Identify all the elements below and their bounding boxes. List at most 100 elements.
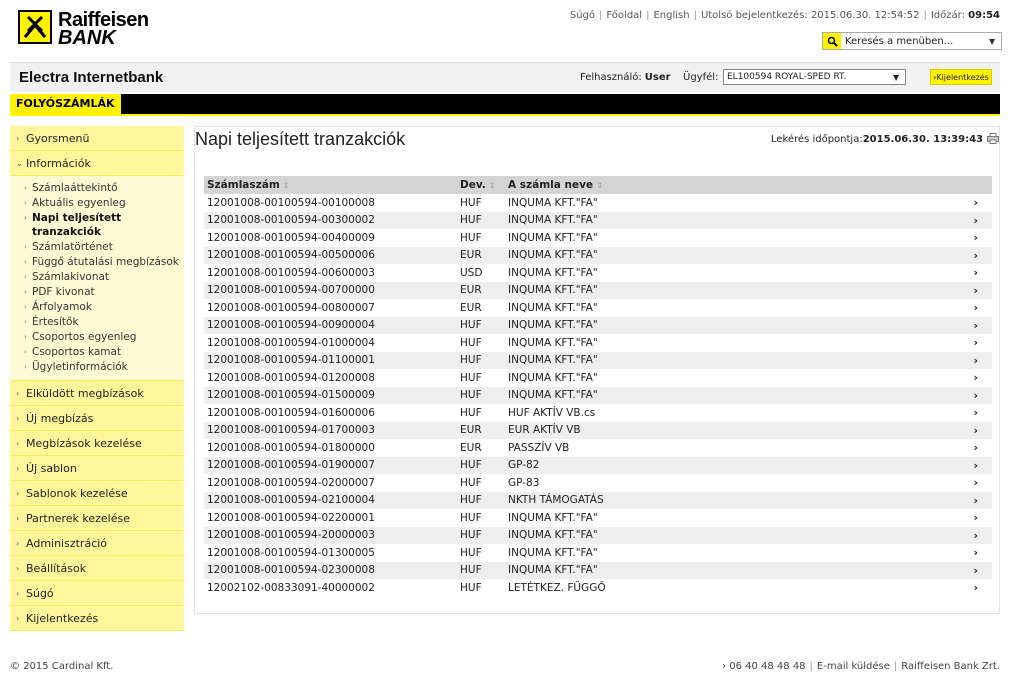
table-row[interactable]: 12002102-00833091-40000002 HUF LETÉTKEZ. F… [204,579,992,597]
table-row[interactable]: 12001008-00100594-00800007 EUR INQUMA KFT.… [204,299,992,317]
table-row[interactable]: 12001008-00100594-01300005 HUF INQUMA KFT.… [204,544,992,562]
column-header-currency[interactable]: Dev. ⇕ [457,176,505,194]
sidebar-item[interactable]: › Beállítások [10,556,184,581]
sidebar-subitem[interactable]: › Aktuális egyenleg [24,196,184,210]
sidebar-item[interactable]: › Súgó [10,581,184,606]
table-row[interactable]: 12001008-00100594-02200001 HUF INQUMA KFT.… [204,509,992,527]
logout-button[interactable]: › Kijelentkezés [930,69,992,85]
sidebar-subitem[interactable]: › Ügyletinformációk [24,360,184,374]
chevron-right-icon[interactable]: › [906,386,992,405]
table-row[interactable]: 12001008-00100594-00600003 USD INQUMA KFT.… [204,264,992,282]
table-row[interactable]: 12001008-00100594-00900004 HUF INQUMA KFT.… [204,316,992,335]
sidebar-subitem[interactable]: › Számlaáttekintő [24,181,184,195]
table-row[interactable]: 12001008-00100594-01100001 HUF INQUMA KFT.… [204,351,992,370]
footer-company-link[interactable]: Raiffeisen Bank Zrt. [901,661,1000,672]
sidebar-item-information[interactable]: ⌄ Információk [10,151,184,176]
chevron-right-icon[interactable]: › [906,299,992,317]
chevron-right-icon[interactable]: › [906,474,992,492]
footer-links: › 06 40 48 48 48 | E-mail küldése | Raiffeis… [722,661,1000,672]
table-row[interactable]: 12001008-00100594-00700000 EUR INQUMA KFT.… [204,281,992,300]
sidebar-subitem[interactable]: › Árfolyamok [24,300,184,314]
sidebar-item[interactable]: › Új megbízás [10,406,184,431]
chevron-right-icon[interactable]: › [906,439,992,457]
table-row[interactable]: 12001008-00100594-01500009 HUF INQUMA KFT.… [204,386,992,405]
sidebar-subitem[interactable]: › Függő átutalási megbízások [24,255,184,269]
tab-accounts[interactable]: FOLYÓSZÁMLÁK [10,94,121,114]
help-link[interactable]: Súgó [570,10,595,21]
sidebar-item[interactable]: › Kijelentkezés [10,606,184,631]
table-row[interactable]: 12001008-00100594-00500006 EUR INQUMA KFT.… [204,246,992,265]
sidebar-item[interactable]: › Partnerek kezelése [10,506,184,531]
sidebar-subitem[interactable]: › Számlatörténet [24,240,184,254]
sidebar-item-quick-menu[interactable]: › Gyorsmenü [10,126,184,151]
main-content: Napi teljesített tranzakciók Lekérés idő… [194,126,1000,614]
currency-cell: HUF [457,229,505,247]
print-icon[interactable] [987,133,999,144]
account-name-cell: INQUMA KFT."FA" [505,194,907,212]
sidebar-subitem[interactable]: › Értesítők [24,315,184,329]
chevron-right-icon[interactable]: › [906,544,992,562]
chevron-right-icon[interactable]: › [906,561,992,580]
table-row[interactable]: 12001008-00100594-01200008 HUF INQUMA KFT.… [204,369,992,387]
sidebar-subitem-active[interactable]: › Napi teljesített tranzakciók [24,211,184,239]
sidebar-subitem[interactable]: › Csoportos kamat [24,345,184,359]
chevron-right-icon[interactable]: › [906,316,992,335]
table-row[interactable]: 12001008-00100594-01900007 HUF GP-82 › [204,456,992,475]
chevron-right-icon[interactable]: › [906,211,992,230]
chevron-right-icon[interactable]: › [906,509,992,527]
client-select[interactable]: EL100594 ROYAL-SPED RT. ▼ [723,69,906,85]
sidebar-item[interactable]: › Adminisztráció [10,531,184,556]
chevron-right-icon[interactable]: › [906,369,992,387]
sidebar-item[interactable]: › Új sablon [10,456,184,481]
account-number-cell: 12001008-00100594-01100001 [204,351,457,370]
account-name-cell: INQUMA KFT."FA" [505,369,907,387]
chevron-right-icon[interactable]: › [906,334,992,352]
chevron-right-icon[interactable]: › [906,264,992,282]
account-number-cell: 12001008-00100594-01300005 [204,544,457,562]
menu-search-select[interactable]: Keresés a menüben... ▼ [822,32,1002,50]
footer-email-link[interactable]: E-mail küldése [817,661,890,672]
sidebar-subitem[interactable]: › PDF kivonat [24,285,184,299]
table-row[interactable]: 12001008-00100594-20000003 HUF INQUMA KFT.… [204,526,992,545]
chevron-right-icon: › [24,318,27,326]
chevron-right-icon[interactable]: › [906,579,992,597]
app-title: Electra Internetbank [19,69,164,86]
table-row[interactable]: 12001008-00100594-02000007 HUF GP-83 › [204,474,992,492]
footer-phone[interactable]: 06 40 48 48 48 [729,661,805,672]
chevron-right-icon[interactable]: › [906,404,992,422]
chevron-right-icon[interactable]: › [906,491,992,510]
sidebar-subitem[interactable]: › Csoportos egyenleg [24,330,184,344]
chevron-right-icon[interactable]: › [906,281,992,300]
column-header-account[interactable]: Számlaszám ⇕ [204,176,457,194]
table-row[interactable]: 12001008-00100594-00300002 HUF INQUMA KFT.… [204,211,992,230]
chevron-right-icon[interactable]: › [906,526,992,545]
raiffeisen-logo[interactable]: Raiffeisen BANK [18,9,158,50]
table-row[interactable]: 12001008-00100594-01700003 EUR EUR AKTÍV V… [204,421,992,440]
sidebar-subitem-label: Csoportos kamat [32,346,122,358]
chevron-right-icon: › [16,133,20,143]
home-link[interactable]: Főoldal [606,10,642,21]
table-row[interactable]: 12001008-00100594-01000004 HUF INQUMA KFT.… [204,334,992,352]
sidebar-item[interactable]: › Megbízások kezelése [10,431,184,456]
english-link[interactable]: English [653,10,689,21]
sidebar-item[interactable]: › Elküldött megbízások [10,381,184,406]
account-name-cell: LETÉTKEZ. FÜGGŐ [505,579,907,597]
table-row[interactable]: 12001008-00100594-01800000 EUR PASSZÍV VB › [204,439,992,457]
chevron-right-icon[interactable]: › [906,456,992,475]
table-row[interactable]: 12001008-00100594-02100004 HUF NKTH TÁMOGA… [204,491,992,510]
sidebar-subitem[interactable]: › Számlakivonat [24,270,184,284]
table-row[interactable]: 12001008-00100594-02300008 HUF INQUMA KFT.… [204,561,992,580]
column-header-account-name[interactable]: A számla neve ⇕ [505,176,907,194]
table-row[interactable]: 12001008-00100594-01600006 HUF HUF AKTÍV V… [204,404,992,422]
chevron-right-icon[interactable]: › [906,229,992,247]
chevron-right-icon[interactable]: › [906,194,992,212]
account-number-cell: 12001008-00100594-00300002 [204,211,457,230]
table-row[interactable]: 12001008-00100594-00100008 HUF INQUMA KFT.… [204,194,992,212]
query-time: Lekérés időpontja:2015.06.30. 13:39:43 [771,134,983,145]
table-row[interactable]: 12001008-00100594-00400009 HUF INQUMA KFT.… [204,229,992,247]
chevron-right-icon[interactable]: › [906,246,992,265]
chevron-right-icon: › [24,214,27,222]
sidebar-item[interactable]: › Sablonok kezelése [10,481,184,506]
chevron-right-icon[interactable]: › [906,421,992,440]
chevron-right-icon[interactable]: › [906,351,992,370]
